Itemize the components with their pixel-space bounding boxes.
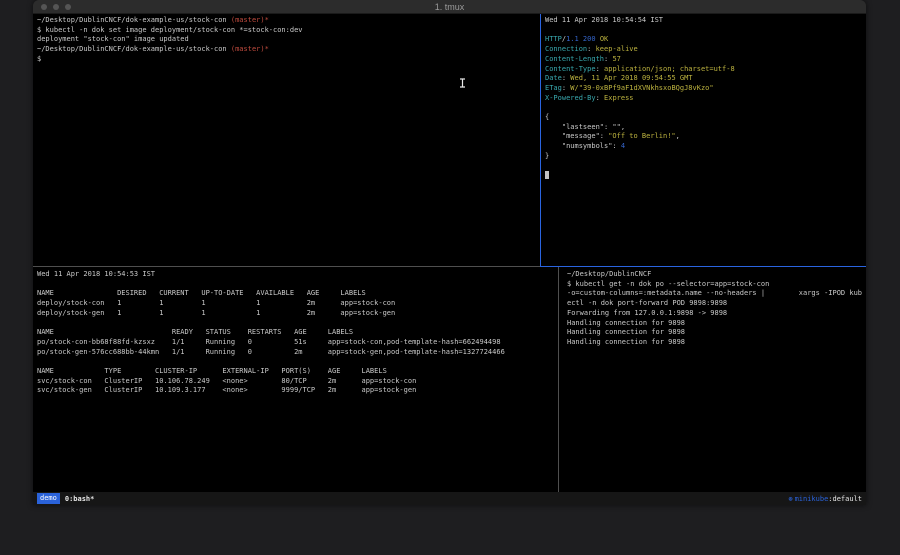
terminal-line: $ kubectl -n dok set image deployment/st… — [37, 26, 538, 36]
terminal-line: Handling connection for 9898 — [567, 319, 864, 329]
window-list-item-active[interactable]: 0:bash* — [65, 495, 95, 503]
desktop: 1. tmux ~/Desktop/DublinCNCF/dok-example… — [0, 0, 900, 555]
pane-border-vertical-active[interactable] — [540, 14, 541, 267]
pane-border-horizontal-active[interactable] — [540, 266, 866, 267]
terminal-line: NAME TYPE CLUSTER-IP EXTERNAL-IP PORT(S)… — [37, 367, 556, 377]
terminal-line: ~/Desktop/DublinCNCF/dok-example-us/stoc… — [37, 16, 538, 26]
terminal-line: ~/Desktop/DublinCNCF/dok-example-us/stoc… — [37, 45, 538, 55]
pane-border-vertical[interactable] — [558, 267, 559, 492]
terminal-line: } — [545, 152, 864, 162]
terminal-line: -o=custom-columns=:metadata.name --no-he… — [567, 289, 864, 299]
kube-context-icon: ⊛ — [788, 495, 792, 503]
terminal-line: Wed 11 Apr 2018 10:54:54 IST — [545, 16, 864, 26]
session-name-badge: demo — [37, 493, 60, 504]
terminal-line: po/stock-gen-576cc688bb-44kmn 1/1 Runnin… — [37, 348, 556, 358]
terminal-line: Date: Wed, 11 Apr 2018 09:54:55 GMT — [545, 74, 864, 84]
titlebar: 1. tmux — [33, 0, 866, 14]
pane-top-left-shell[interactable]: ~/Desktop/DublinCNCF/dok-example-us/stoc… — [33, 14, 540, 266]
status-right: ⊛ minikube :default — [788, 495, 862, 503]
terminal-line: "message": "Off to Berlin!", — [545, 132, 864, 142]
terminal-line — [37, 280, 556, 290]
terminal-line — [545, 171, 864, 181]
terminal-line: Handling connection for 9898 — [567, 338, 864, 348]
pane-top-right-http-response[interactable]: Wed 11 Apr 2018 10:54:54 IST HTTP/1.1 20… — [541, 14, 866, 266]
terminal-line — [545, 103, 864, 113]
terminal-line: svc/stock-con ClusterIP 10.106.78.249 <n… — [37, 377, 556, 387]
terminal-line — [545, 26, 864, 36]
terminal-line: NAME DESIRED CURRENT UP-TO-DATE AVAILABL… — [37, 289, 556, 299]
terminal-line: deploy/stock-gen 1 1 1 1 2m app=stock-ge… — [37, 309, 556, 319]
terminal-line: ectl -n dok port-forward POD 9898:9898 — [567, 299, 864, 309]
terminal-line: HTTP/1.1 200 OK — [545, 35, 864, 45]
terminal-line — [545, 162, 864, 172]
terminal-line: deployment "stock-con" image updated — [37, 35, 538, 45]
terminal-window: 1. tmux ~/Desktop/DublinCNCF/dok-example… — [33, 0, 866, 505]
terminal-line: $ kubectl get -n dok po --selector=app=s… — [567, 280, 864, 290]
kube-context-name: minikube — [795, 495, 829, 503]
terminal-line: svc/stock-gen ClusterIP 10.109.3.177 <no… — [37, 386, 556, 396]
terminal-line: Wed 11 Apr 2018 10:54:53 IST — [37, 270, 556, 280]
kube-namespace: :default — [828, 495, 862, 503]
terminal-line: Forwarding from 127.0.0.1:9898 -> 9898 — [567, 309, 864, 319]
terminal-line: "numsymbols": 4 — [545, 142, 864, 152]
mouse-cursor-ibeam — [459, 78, 467, 92]
terminal-line — [37, 319, 556, 329]
window-title: 1. tmux — [33, 2, 866, 12]
terminal-line: Handling connection for 9898 — [567, 328, 864, 338]
terminal-line: "lastseen": "", — [545, 123, 864, 133]
terminal-line: { — [545, 113, 864, 123]
terminal-line — [37, 357, 556, 367]
terminal-line: ETag: W/"39-0xBPf9aF1dXVNkhsxoBQgJ8vKzo" — [545, 84, 864, 94]
terminal-line: Content-Type: application/json; charset=… — [545, 65, 864, 75]
tmux-terminal: ~/Desktop/DublinCNCF/dok-example-us/stoc… — [33, 14, 866, 492]
pane-border-horizontal[interactable] — [33, 266, 540, 267]
tmux-status-bar: demo 0:bash* ⊛ minikube :default — [33, 492, 866, 505]
terminal-line: deploy/stock-con 1 1 1 1 2m app=stock-co… — [37, 299, 556, 309]
terminal-line: NAME READY STATUS RESTARTS AGE LABELS — [37, 328, 556, 338]
pane-bottom-right-port-forward[interactable]: ~/Desktop/DublinCNCF$ kubectl get -n dok… — [559, 267, 866, 492]
terminal-line: Content-Length: 57 — [545, 55, 864, 65]
terminal-line: po/stock-con-bb68f88fd-kzsxz 1/1 Running… — [37, 338, 556, 348]
terminal-line: X-Powered-By: Express — [545, 94, 864, 104]
pane-bottom-left-kubectl-watch[interactable]: Wed 11 Apr 2018 10:54:53 IST NAME DESIRE… — [33, 267, 558, 492]
terminal-line: ~/Desktop/DublinCNCF — [567, 270, 864, 280]
terminal-line: Connection: keep-alive — [545, 45, 864, 55]
terminal-line: $ — [37, 55, 538, 65]
